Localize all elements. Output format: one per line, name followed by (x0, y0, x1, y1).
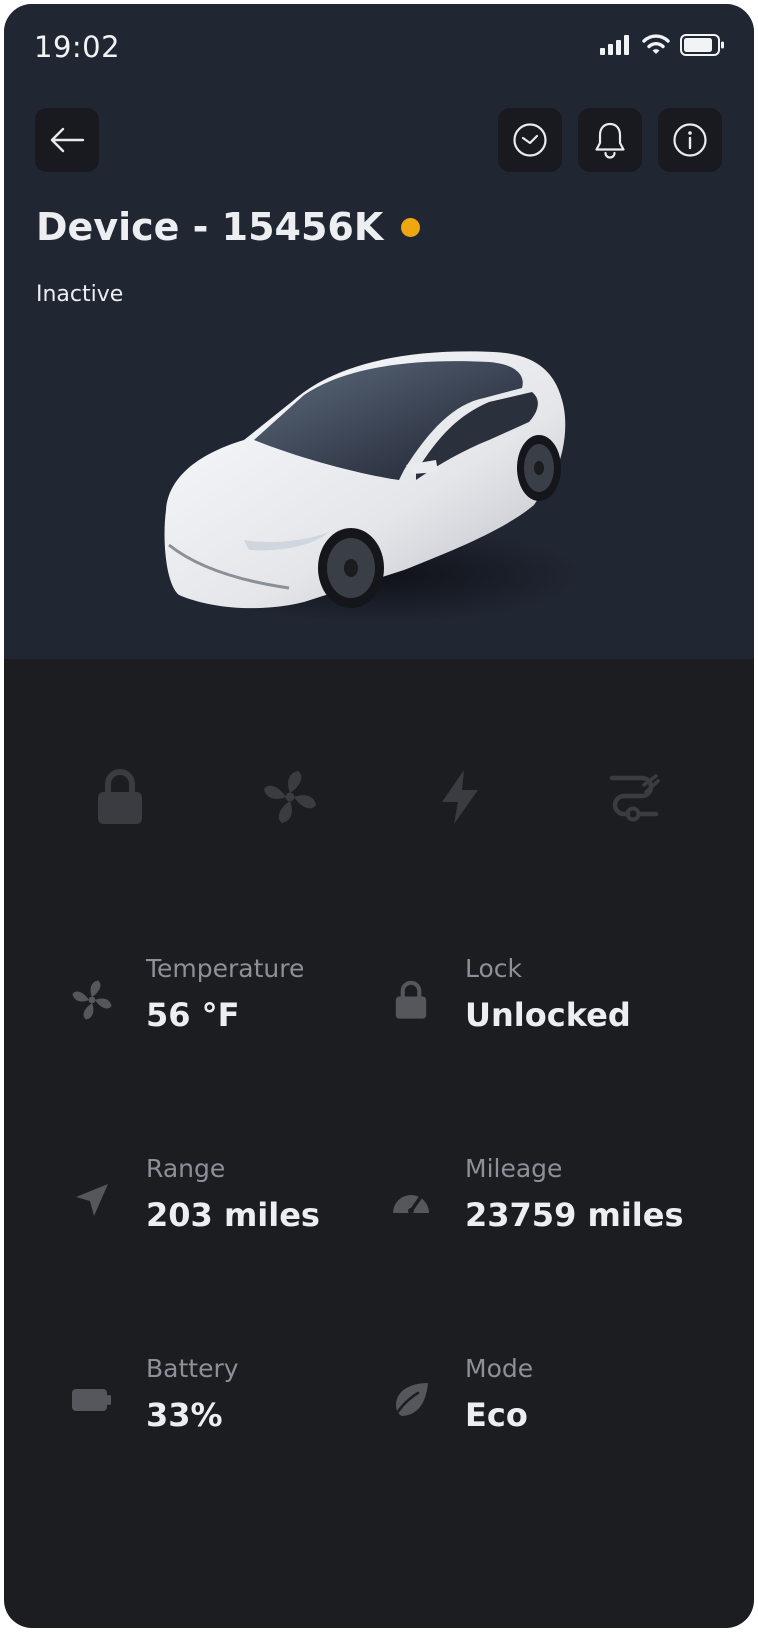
climate-control[interactable] (260, 767, 320, 827)
stat-lock: Lock Unlocked (389, 954, 689, 1044)
stat-label: Mileage (465, 1154, 563, 1183)
car-image (164, 351, 584, 623)
lock-control[interactable] (90, 767, 150, 827)
stat-label: Temperature (146, 954, 305, 983)
fan-icon (72, 980, 112, 1020)
wifi-icon (642, 34, 670, 54)
leaf-icon (392, 1383, 428, 1419)
speedometer-icon (393, 1195, 429, 1214)
stat-value: Unlocked (465, 996, 631, 1034)
status-icons (600, 34, 726, 56)
clock-icon (513, 123, 547, 157)
stat-value: 33% (146, 1396, 223, 1434)
status-dot (401, 217, 421, 237)
quick-controls (4, 767, 754, 827)
route-icon (609, 774, 660, 822)
notifications-button[interactable] (578, 108, 642, 172)
stat-value: 56 °F (146, 996, 240, 1034)
charge-control[interactable] (430, 767, 490, 827)
battery-icon (72, 1389, 111, 1411)
battery-icon (680, 34, 724, 56)
stat-mileage: Mileage 23759 miles (389, 1154, 689, 1244)
status-time: 19:02 (34, 30, 121, 64)
device-hero: 19:02 Device - 15456K Inactive (4, 4, 754, 659)
bell-icon (595, 122, 625, 159)
stat-label: Mode (465, 1354, 534, 1383)
back-button[interactable] (35, 108, 99, 172)
rear-wheel (517, 435, 561, 501)
lock-icon (98, 769, 142, 824)
stat-temperature: Temperature 56 °F (70, 954, 370, 1044)
stat-range: Range 203 miles (70, 1154, 370, 1244)
stat-value: Eco (465, 1396, 528, 1434)
front-wheel (318, 528, 384, 608)
stat-value: 23759 miles (465, 1196, 684, 1234)
trip-control[interactable] (604, 767, 664, 827)
stat-mode: Mode Eco (389, 1354, 689, 1444)
stat-battery: Battery 33% (70, 1354, 370, 1444)
stat-label: Lock (465, 954, 523, 983)
info-button[interactable] (658, 108, 722, 172)
stat-label: Range (146, 1154, 226, 1183)
info-icon (673, 123, 707, 157)
back-arrow-icon (50, 127, 85, 153)
device-title: Device - 15456K (36, 205, 421, 249)
lightning-icon (442, 770, 478, 824)
stat-label: Battery (146, 1354, 239, 1383)
fan-icon (264, 771, 316, 823)
phone-screen: 19:02 Device - 15456K Inactive Temperatu… (4, 4, 754, 1628)
navigation-arrow-icon (76, 1184, 108, 1216)
lock-icon (395, 980, 427, 1019)
device-status: Inactive (36, 282, 124, 307)
history-button[interactable] (498, 108, 562, 172)
stat-value: 203 miles (146, 1196, 320, 1234)
signal-icon (600, 35, 629, 55)
device-name: Device - 15456K (36, 205, 384, 249)
